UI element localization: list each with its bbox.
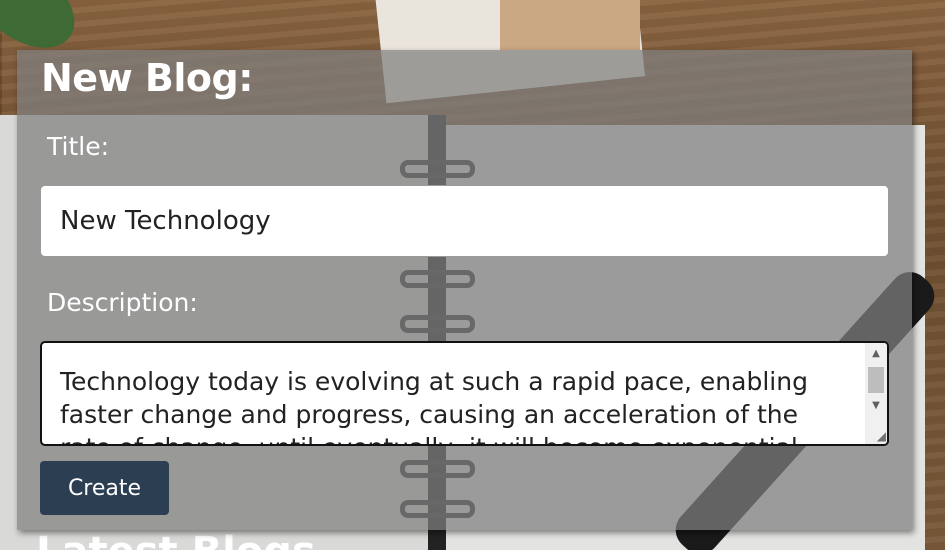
scroll-down-icon[interactable]: ▼ <box>865 397 887 415</box>
title-input[interactable] <box>40 185 889 257</box>
resize-grip-icon[interactable]: ◢ <box>872 429 886 443</box>
title-label: Title: <box>47 132 109 161</box>
section-heading-peek: Latest Blogs <box>36 532 316 550</box>
description-textarea[interactable]: Technology today is evolving at such a r… <box>42 343 887 444</box>
new-blog-form: New Blog: Title: Description: Technology… <box>17 50 912 530</box>
create-button[interactable]: Create <box>40 461 169 515</box>
scroll-thumb[interactable] <box>868 367 884 393</box>
scroll-up-icon[interactable]: ▲ <box>865 345 887 363</box>
form-heading: New Blog: <box>41 56 253 100</box>
description-field: Technology today is evolving at such a r… <box>40 341 889 446</box>
kraft-paper <box>500 0 640 50</box>
description-label: Description: <box>47 288 198 317</box>
